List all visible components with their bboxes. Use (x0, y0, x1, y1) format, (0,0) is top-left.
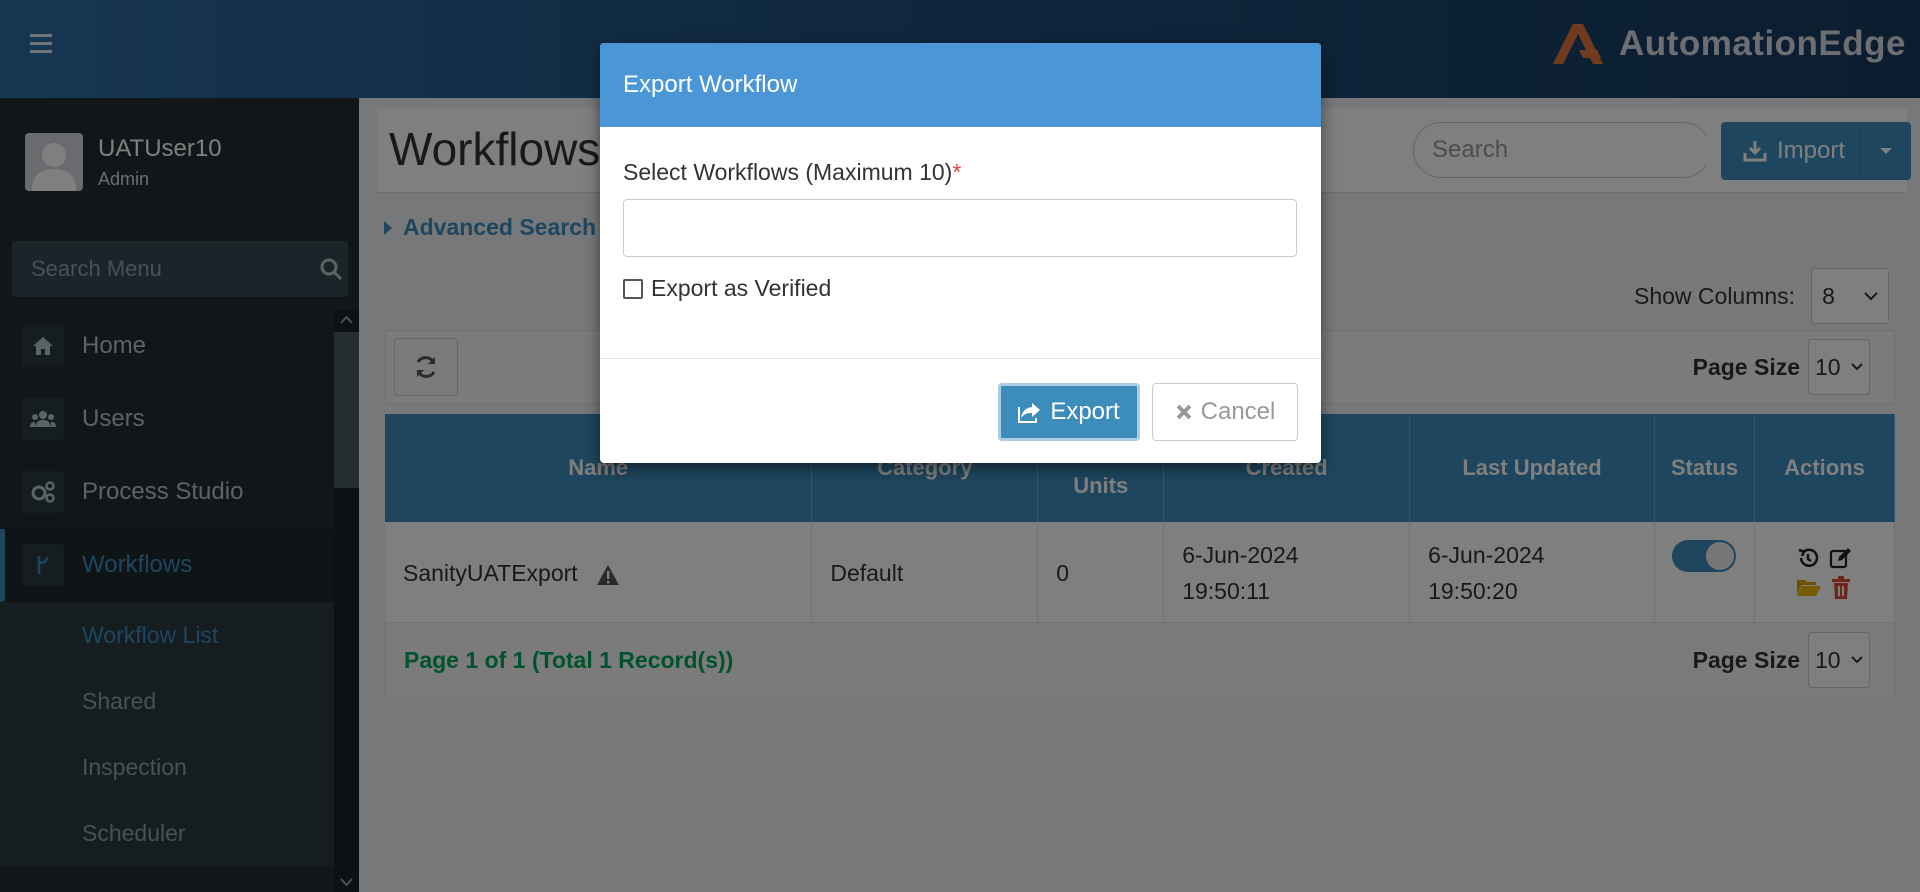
export-verified-row: Export as Verified (623, 275, 831, 302)
modal-title: Export Workflow (623, 71, 798, 98)
select-workflows-label-text: Select Workflows (Maximum 10) (623, 159, 953, 185)
select-workflows-label: Select Workflows (Maximum 10)* (623, 159, 961, 186)
cancel-label: Cancel (1200, 398, 1276, 425)
export-verified-checkbox[interactable] (623, 278, 643, 299)
select-workflows-input[interactable] (623, 199, 1297, 257)
export-verified-label[interactable]: Export as Verified (651, 275, 831, 302)
modal-footer: Export Cancel (600, 359, 1321, 463)
required-mark: * (952, 159, 962, 185)
export-button[interactable]: Export (998, 383, 1140, 441)
cancel-button[interactable]: Cancel (1152, 383, 1298, 441)
modal-body: Select Workflows (Maximum 10)* Export as… (600, 127, 1321, 359)
close-icon (1176, 404, 1192, 420)
share-icon (1018, 403, 1041, 423)
export-workflow-modal: Export Workflow Select Workflows (Maximu… (600, 43, 1321, 463)
export-label: Export (1050, 398, 1120, 425)
modal-header: Export Workflow (600, 43, 1321, 127)
